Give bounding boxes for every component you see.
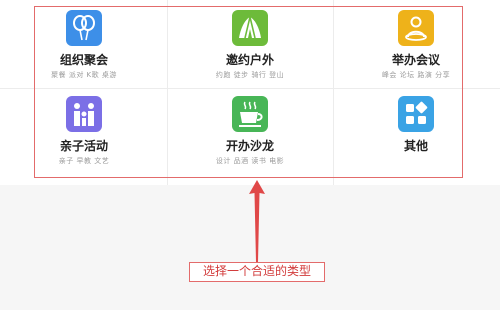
page: 组织聚会 聚餐 派对 K歌 桌游 邀约户外 约跑 徒步 骑行 登山 举办会议 峰… bbox=[0, 0, 500, 310]
highlight-box bbox=[34, 6, 463, 178]
category-panel: 组织聚会 聚餐 派对 K歌 桌游 邀约户外 约跑 徒步 骑行 登山 举办会议 峰… bbox=[0, 0, 500, 185]
annotation-label: 选择一个合适的类型 bbox=[189, 262, 325, 282]
annotation-arrow-icon bbox=[249, 180, 265, 262]
